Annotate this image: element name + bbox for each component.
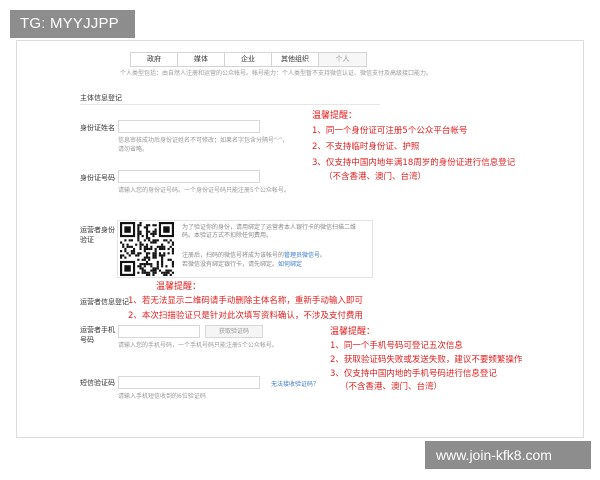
sms-code-input[interactable]: [118, 376, 260, 389]
phone-input[interactable]: [118, 325, 200, 338]
id-name-input[interactable]: [118, 120, 260, 133]
qr-instruction: 为了验证你的身份，请用绑定了运营者本人银行卡的微信扫描二维码。本验证方式不扣除任…: [182, 224, 357, 239]
notice-qr: 温馨提醒： 1、若无法显示二维码请手动删除主体名称，重新手动输入即可 2、本次扫…: [128, 282, 363, 321]
section-divider: [80, 104, 380, 105]
sms-code-label: 短信验证码: [80, 379, 115, 387]
qr-admin-note: 注册后，扫码的微信号将成为该帐号的管理员微信号。: [182, 252, 327, 259]
cannot-receive-code-link[interactable]: 无法接收验证码？: [271, 379, 319, 388]
qr-bind-note: 若微信没有绑定银行卡，请先绑定。如何绑定: [182, 261, 303, 268]
qr-code[interactable]: [120, 222, 174, 276]
id-number-label: 身份证号码: [80, 174, 115, 182]
phone-label: 运营者手机 号码: [80, 326, 115, 344]
screenshot: 政府 媒体 企业 其他组织 个人 个人类型包括：由自然人注册和运营的公众帐号。帐…: [0, 0, 600, 480]
phone-hint: 请输入您的手机号码，一个手机号码只能注册5个公众帐号。: [118, 342, 278, 349]
tab-personal[interactable]: 个人: [319, 53, 366, 66]
id-number-hint: 请输入您的身份证号码。一个身份证号码只能注册5个公众帐号。: [118, 187, 290, 194]
how-to-bind-link[interactable]: 如何绑定: [278, 261, 302, 268]
notice-phone: 温馨提醒： 1、同一个手机号码可登记五次信息 2、获取验证码失败或发送失败，建议…: [330, 327, 523, 392]
notice-id: 温馨提醒： 1、同一个身份证可注册5个公众平台帐号 2、不支持临时身份证、护照 …: [312, 111, 516, 182]
tab-other-org[interactable]: 其他组织: [272, 53, 319, 66]
watermark-top: TG: MYYJJPP: [10, 10, 135, 38]
admin-wechat-link[interactable]: 管理员微信号: [284, 252, 320, 259]
operator-verify-label: 运营者身份 验证: [80, 226, 115, 244]
id-name-hint: 信息审核成功后身份证姓名不可修改；如果名字包含分隔号“·”，请勿省略。: [118, 137, 289, 153]
watermark-bottom: www.join-kfk8.com: [425, 441, 591, 469]
account-type-tabs: 政府 媒体 企业 其他组织 个人: [130, 52, 367, 67]
section-title: 主体信息登记: [80, 94, 122, 102]
get-code-button[interactable]: 获取验证码: [205, 325, 263, 338]
id-name-label: 身份证姓名: [80, 124, 115, 132]
tab-media[interactable]: 媒体: [178, 53, 225, 66]
id-number-input[interactable]: [118, 170, 260, 183]
tab-enterprise[interactable]: 企业: [225, 53, 272, 66]
operator-info-label: 运营者信息登记: [80, 298, 129, 306]
tab-government[interactable]: 政府: [131, 53, 178, 66]
sms-code-hint: 请输入手机短信收到的6位验证码: [118, 393, 206, 400]
tab-description: 个人类型包括：由自然人注册和运营的公众帐号。帐号能力：个人类型暂不支持微信认证、…: [120, 70, 433, 77]
